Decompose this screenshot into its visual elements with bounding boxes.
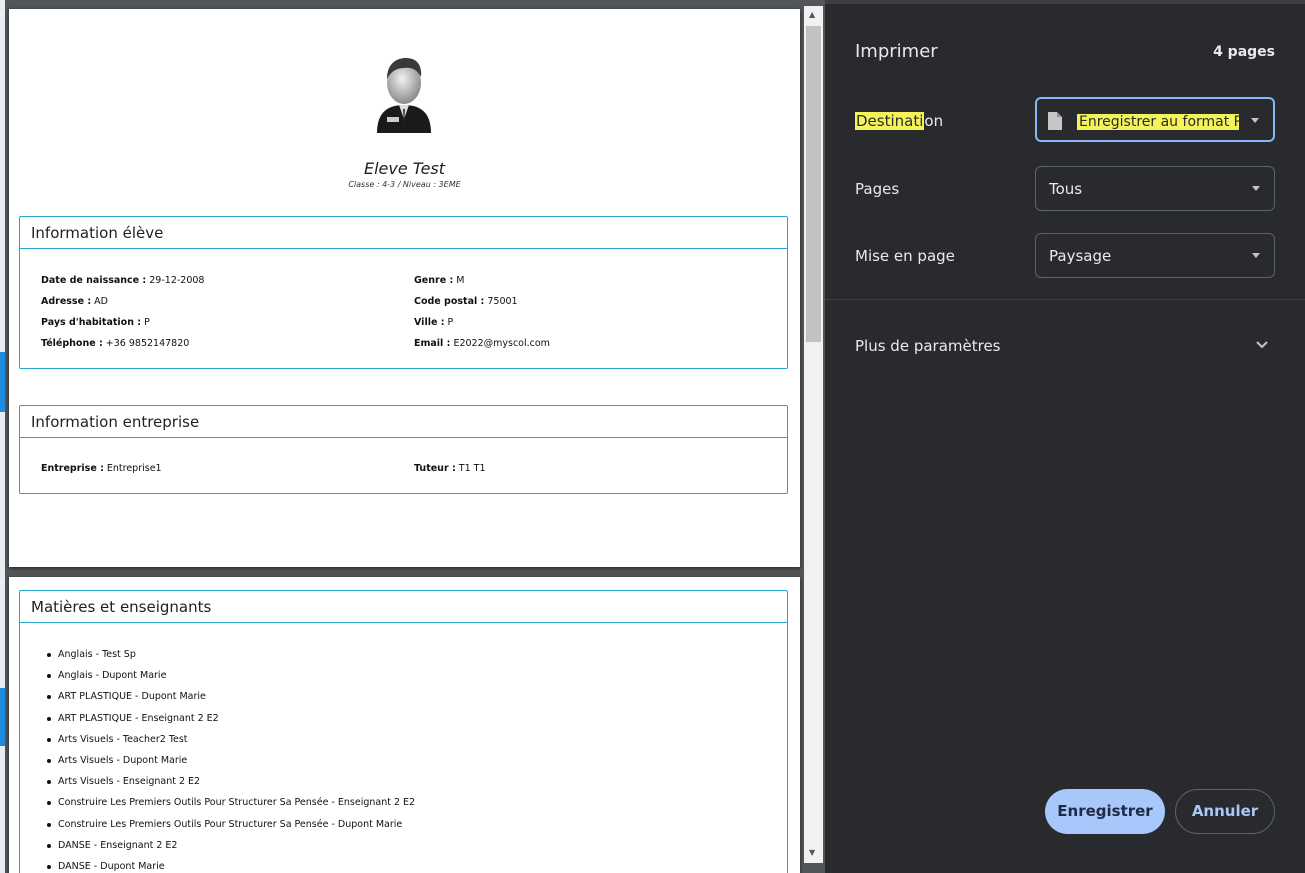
field-birthdate: Date de naissance : 29-12-2008 [41, 275, 205, 286]
caret-down-icon [1252, 186, 1260, 191]
save-button[interactable]: Enregistrer [1045, 789, 1165, 834]
destination-label: Destination [855, 112, 944, 130]
card-title: Information entreprise [20, 406, 787, 438]
layout-label: Mise en page [855, 247, 955, 265]
list-item: Construire Les Premiers Outils Pour Stru… [46, 797, 415, 818]
more-settings-toggle[interactable]: Plus de paramètres [855, 337, 1001, 355]
field-phone: Téléphone : +36 9852147820 [41, 338, 190, 349]
field-postal-code: Code postal : 75001 [414, 296, 518, 307]
destination-select[interactable]: Enregistrer au format PDF [1035, 97, 1275, 142]
file-icon [1048, 112, 1062, 130]
list-item: Arts Visuels - Teacher2 Test [46, 734, 415, 755]
dialog-title: Imprimer [855, 41, 938, 62]
field-gender: Genre : M [414, 275, 465, 286]
preview-scrollbar[interactable]: ▲ ▼ [804, 6, 823, 863]
preview-page-1: Eleve Test Classe : 4-3 / Niveau : 3EME … [9, 9, 800, 567]
list-item: Construire Les Premiers Outils Pour Stru… [46, 819, 415, 840]
list-item: ART PLASTIQUE - Dupont Marie [46, 691, 415, 712]
subjects-card: Matières et enseignants Anglais - Test S… [19, 590, 788, 873]
chevron-down-icon[interactable] [1255, 340, 1269, 350]
list-item: ART PLASTIQUE - Enseignant 2 E2 [46, 713, 415, 734]
list-item: Arts Visuels - Enseignant 2 E2 [46, 776, 415, 797]
scrollbar-thumb[interactable] [806, 26, 821, 342]
student-info-card: Information élève Date de naissance : 29… [19, 216, 788, 369]
layout-select[interactable]: Paysage [1035, 233, 1275, 278]
field-city: Ville : P [414, 317, 454, 328]
list-item: DANSE - Enseignant 2 E2 [46, 840, 415, 861]
field-email: Email : E2022@myscol.com [414, 338, 550, 349]
cancel-button[interactable]: Annuler [1175, 789, 1275, 834]
preview-page-2: Matières et enseignants Anglais - Test S… [9, 577, 800, 873]
divider [825, 299, 1305, 300]
print-preview[interactable]: Eleve Test Classe : 4-3 / Niveau : 3EME … [0, 0, 825, 873]
card-title: Information élève [20, 217, 787, 249]
field-country: Pays d'habitation : P [41, 317, 150, 328]
student-class-level: Classe : 4-3 / Niveau : 3EME [348, 180, 461, 189]
background-app-accent [0, 352, 5, 412]
scroll-up-icon[interactable]: ▲ [809, 10, 815, 19]
pages-select[interactable]: Tous [1035, 166, 1275, 211]
list-item: Anglais - Test Sp [46, 649, 415, 670]
print-settings-panel: Imprimer 4 pages Destination Enregistrer… [825, 0, 1305, 873]
field-company: Entreprise : Entreprise1 [41, 463, 162, 474]
student-name: Eleve Test [363, 159, 446, 178]
page-count: 4 pages [1213, 44, 1275, 60]
subjects-list: Anglais - Test Sp Anglais - Dupont Marie… [46, 649, 415, 873]
student-avatar [377, 58, 431, 133]
field-tutor: Tuteur : T1 T1 [414, 463, 486, 474]
background-app-accent [0, 688, 5, 746]
company-info-card: Information entreprise Entreprise : Entr… [19, 405, 788, 494]
panel-top-border [825, 0, 1305, 4]
caret-down-icon [1251, 118, 1259, 123]
pages-label: Pages [855, 180, 900, 198]
field-address: Adresse : AD [41, 296, 108, 307]
list-item: Arts Visuels - Dupont Marie [46, 755, 415, 776]
caret-down-icon [1252, 253, 1260, 258]
list-item: DANSE - Dupont Marie [46, 861, 415, 873]
scroll-down-icon[interactable]: ▼ [809, 848, 815, 857]
card-title: Matières et enseignants [20, 591, 787, 623]
list-item: Anglais - Dupont Marie [46, 670, 415, 691]
